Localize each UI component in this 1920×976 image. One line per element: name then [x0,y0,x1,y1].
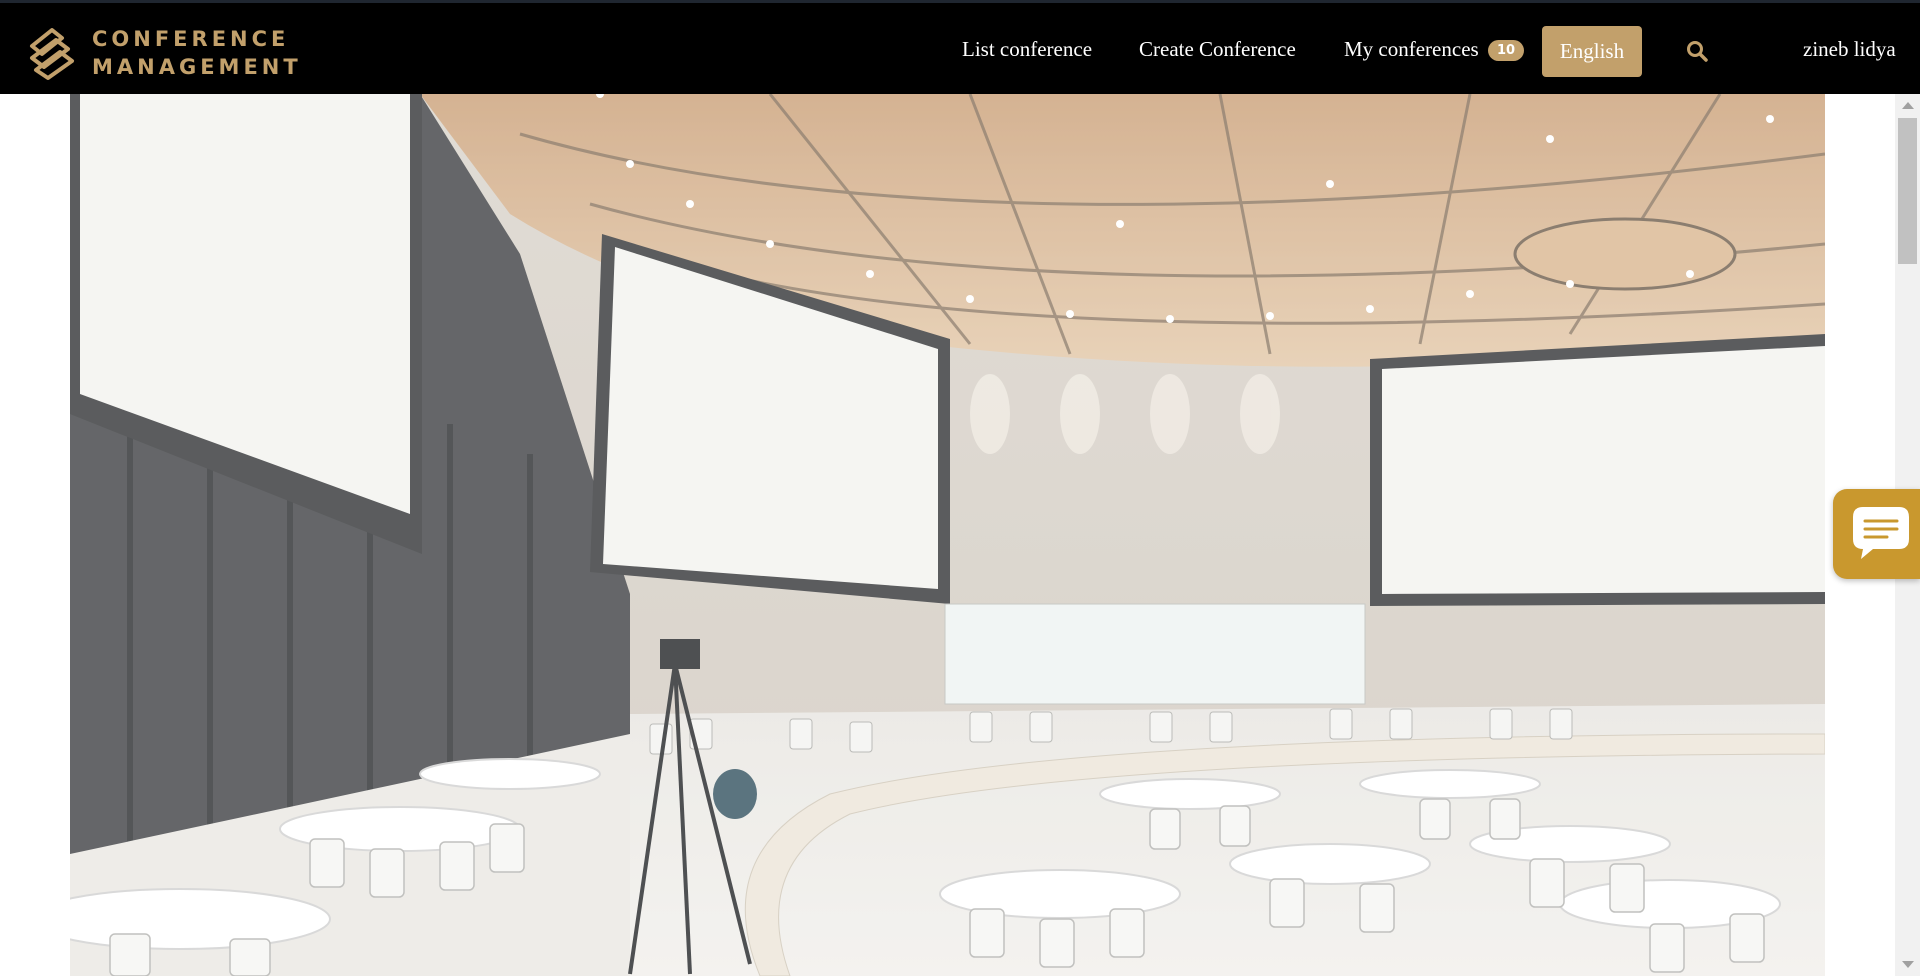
scroll-thumb[interactable] [1898,118,1917,264]
chat-bubble-icon [1853,507,1909,559]
top-navbar: CONFERENCE MANAGEMENT List conference Cr… [0,0,1920,94]
scroll-up-arrow-icon[interactable] [1902,102,1914,109]
hero-illustration [70,94,1825,976]
chat-button[interactable] [1833,489,1920,579]
scroll-down-arrow-icon[interactable] [1902,961,1914,968]
nav-links: List conference Create Conference My con… [0,3,1920,97]
search-icon[interactable] [1685,39,1709,63]
nav-my-conferences-label: My conferences [1344,37,1479,61]
nav-list-conference[interactable]: List conference [962,37,1092,62]
nav-create-conference[interactable]: Create Conference [1139,37,1296,62]
my-conferences-count-badge: 10 [1487,40,1525,61]
conference-hall-image [70,94,1825,976]
language-button[interactable]: English [1542,26,1642,77]
user-menu[interactable]: zineb lidya [1803,37,1896,62]
nav-my-conferences[interactable]: My conferences 10 [1344,37,1525,62]
